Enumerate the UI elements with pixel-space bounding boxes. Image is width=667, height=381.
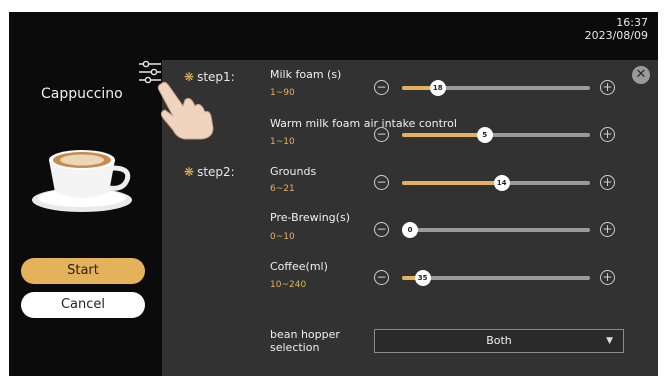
pre-brewing-slider[interactable]: 0 [402,222,590,238]
grounds-label: Grounds [270,165,317,178]
slider-thumb[interactable]: 5 [476,127,493,143]
coffee-range: 10~240 [270,280,307,290]
clock-date: 2023/08/09 [584,29,648,42]
settings-panel: ✕ ❋ step1: ❋ step2: Milk foam (s) 1~90 − 1… [162,60,658,376]
plus-circle-icon[interactable]: + [600,175,615,190]
minus-circle-icon[interactable]: − [374,222,389,237]
minus-circle-icon[interactable]: − [374,80,389,95]
grounds-slider[interactable]: 14 [402,175,590,191]
screen: 16:37 2023/08/09 Cappuccino Start Cancel… [9,12,658,376]
air-intake-label: Warm milk foam air intake control [270,117,457,130]
bean-hopper-select[interactable]: Both ▼ [374,329,624,353]
minus-circle-icon[interactable]: − [374,127,389,142]
plus-circle-icon[interactable]: + [600,222,615,237]
clock: 16:37 2023/08/09 [585,16,648,42]
minus-circle-icon[interactable]: − [374,175,389,190]
pre-brewing-label: Pre-Brewing(s) [270,211,350,224]
slider-fill [402,133,485,137]
close-icon[interactable]: ✕ [632,66,650,84]
slider-thumb[interactable]: 0 [402,222,418,238]
slider-thumb[interactable]: 35 [414,270,431,286]
step-2-label: step2: [197,165,235,179]
hand-pointer-icon [157,81,214,140]
slider-thumb[interactable]: 14 [493,175,510,191]
clock-time: 16:37 [616,16,648,29]
cancel-button[interactable]: Cancel [21,292,145,318]
air-intake-slider[interactable]: 5 [402,127,590,143]
slider-fill [402,181,502,185]
plus-circle-icon[interactable]: + [600,127,615,142]
bean-hopper-label: bean hopper selection [270,328,340,354]
milk-foam-range: 1~90 [270,88,295,98]
grounds-range: 6~21 [270,184,295,194]
bean-hopper-label-line1: bean hopper [270,328,340,341]
drink-sidebar: Cappuccino Start Cancel [9,60,159,376]
caret-down-icon: ▼ [606,336,613,346]
milk-foam-slider[interactable]: 18 [402,80,590,96]
snowflake-icon: ❋ [184,165,195,179]
bean-hopper-value: Both [486,334,512,347]
slider-thumb[interactable]: 18 [429,80,446,96]
pre-brewing-range: 0~10 [270,232,295,242]
milk-foam-label: Milk foam (s) [270,68,342,81]
plus-circle-icon[interactable]: + [600,270,615,285]
coffee-slider[interactable]: 35 [402,270,590,286]
step-2-header: ❋ step2: [184,165,235,179]
coffee-label: Coffee(ml) [270,260,328,273]
cappuccino-cup-image [32,150,132,212]
bean-hopper-label-line2: selection [270,341,320,354]
drink-name: Cappuccino [41,86,123,102]
plus-circle-icon[interactable]: + [600,80,615,95]
air-intake-range: 1~10 [270,137,295,147]
start-button[interactable]: Start [21,258,145,284]
minus-circle-icon[interactable]: − [374,270,389,285]
